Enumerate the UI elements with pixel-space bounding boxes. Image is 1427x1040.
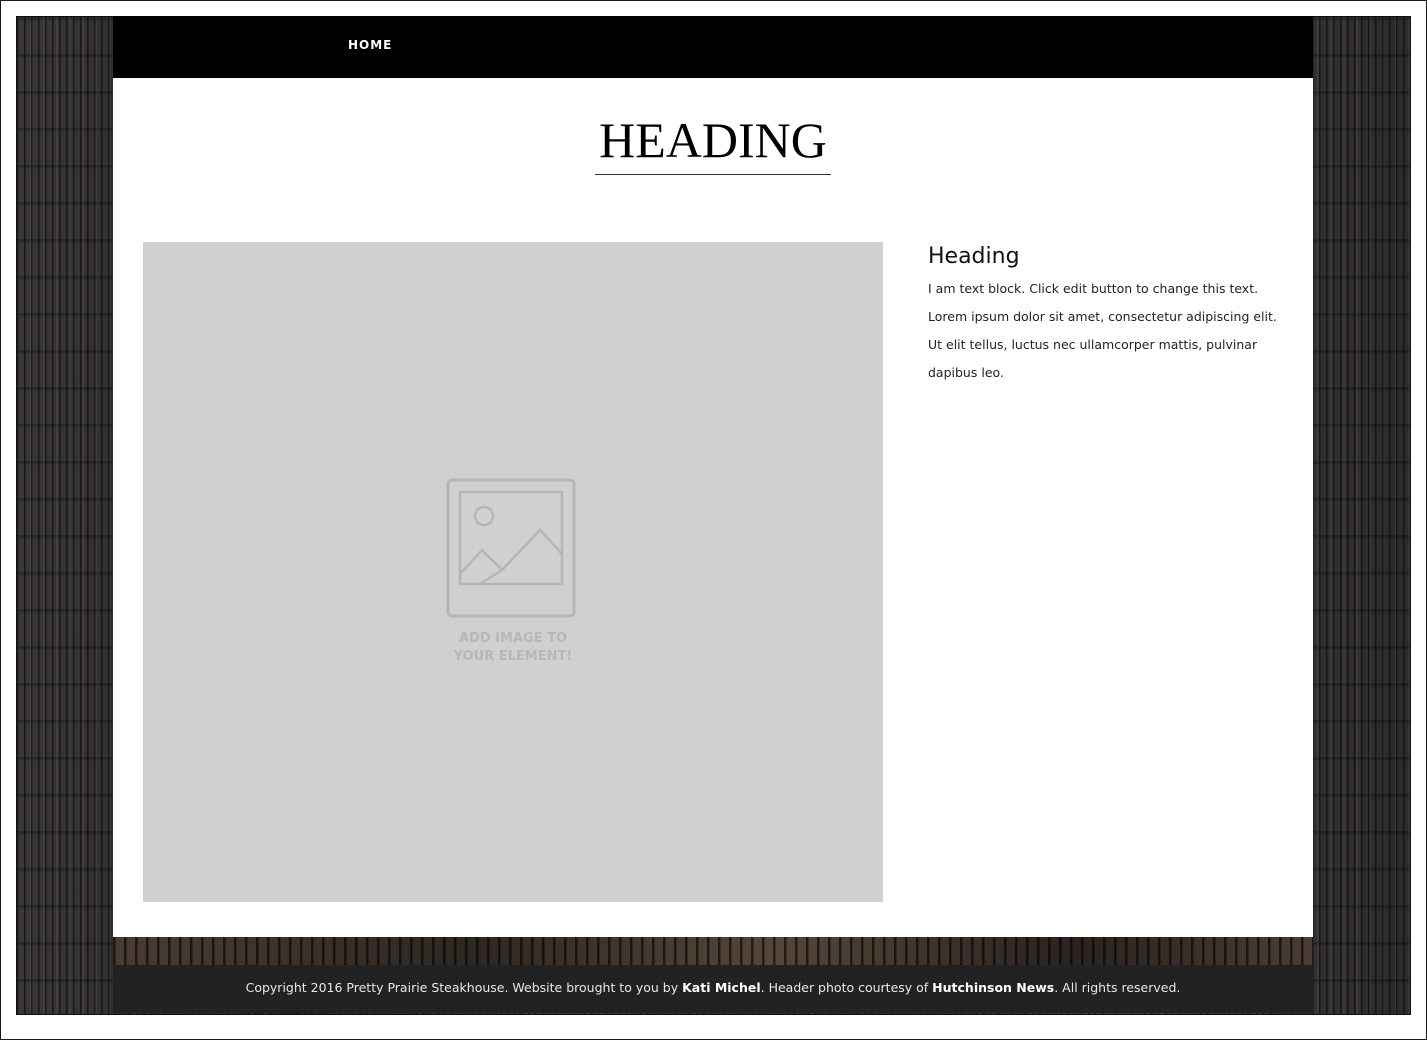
top-nav-bar: HOME bbox=[113, 16, 1313, 78]
footer-rights: . All rights reserved. bbox=[1054, 980, 1181, 995]
main-content: HEADING ADD IMAGE TO YOUR ELEMENT! Headi… bbox=[113, 78, 1313, 937]
footer: Copyright 2016 Pretty Prairie Steakhouse… bbox=[113, 965, 1313, 1013]
page-title-wrapper: HEADING bbox=[113, 112, 1313, 175]
nav-home-link[interactable]: HOME bbox=[348, 38, 392, 52]
text-block-body: I am text block. Click edit button to ch… bbox=[928, 281, 1277, 380]
footer-author-link[interactable]: Kati Michel bbox=[682, 980, 761, 995]
wood-background-band bbox=[113, 937, 1313, 965]
page-title: HEADING bbox=[595, 112, 831, 175]
image-placeholder-icon bbox=[446, 478, 576, 618]
image-placeholder-label: ADD IMAGE TO YOUR ELEMENT! bbox=[453, 631, 573, 664]
text-block-heading: Heading bbox=[928, 244, 1020, 269]
footer-source-link[interactable]: Hutchinson News bbox=[932, 980, 1054, 995]
text-block: Heading I am text block. Click edit butt… bbox=[928, 244, 1293, 387]
footer-photo-credit: . Header photo courtesy of bbox=[760, 980, 933, 995]
image-placeholder[interactable]: ADD IMAGE TO YOUR ELEMENT! bbox=[143, 242, 883, 902]
footer-copyright: Copyright 2016 Pretty Prairie Steakhouse… bbox=[245, 980, 683, 995]
